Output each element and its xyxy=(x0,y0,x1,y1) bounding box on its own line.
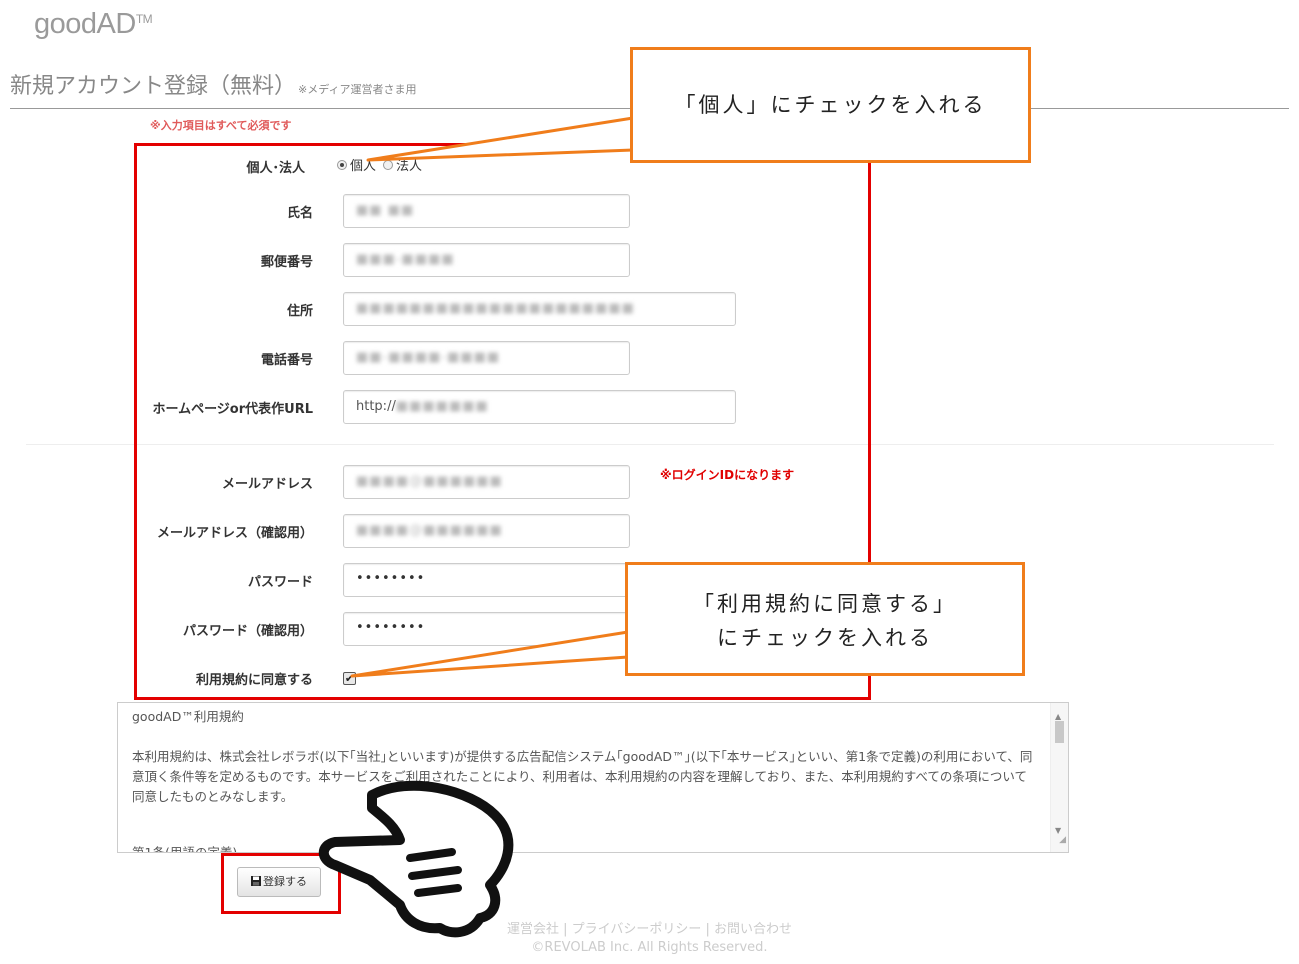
callout-individual: 「個人」にチェックを入れる xyxy=(630,47,1031,163)
callout2-pointer xyxy=(350,630,630,678)
callout1-text: 「個人」にチェックを入れる xyxy=(674,93,987,117)
callout2-line2: にチェックを入れる xyxy=(717,626,933,650)
callout1-pointer xyxy=(366,116,635,162)
callout-agree: 「利用規約に同意する」 にチェックを入れる xyxy=(625,562,1025,676)
callout2-line1: 「利用規約に同意する」 xyxy=(693,592,957,616)
